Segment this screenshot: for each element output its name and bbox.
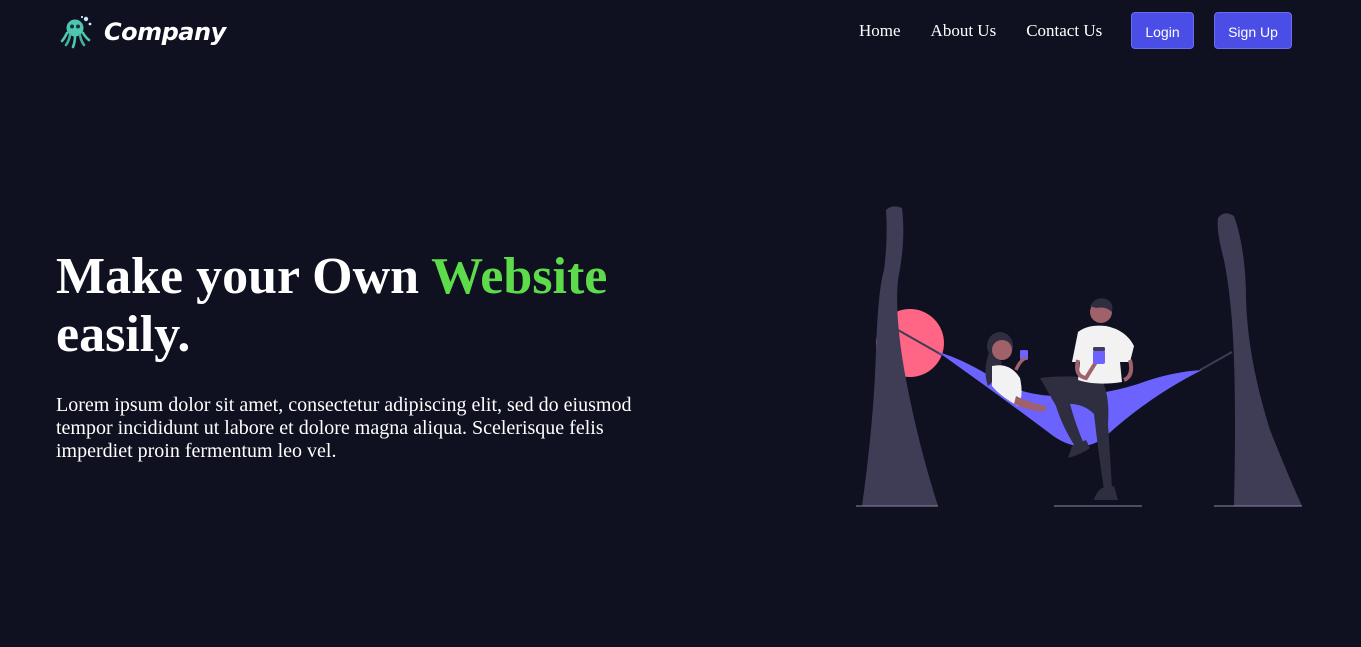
hero-title-accent: Website	[431, 248, 608, 305]
nav-link-home[interactable]: Home	[859, 20, 901, 42]
hammock-couple-illustration	[856, 206, 1302, 507]
right-tree	[1217, 213, 1302, 506]
brand-home-link[interactable]: Company	[58, 14, 226, 50]
login-button[interactable]: Login	[1131, 12, 1194, 49]
main-nav: Home About Us Contact Us	[859, 20, 1102, 42]
octopus-logo-icon	[60, 15, 92, 49]
navbar: Company Home About Us Contact Us Login S…	[0, 0, 1361, 64]
hero-title: Make your Own Website easily.	[56, 248, 696, 364]
hero-description: Lorem ipsum dolor sit amet, consectetur …	[56, 394, 632, 462]
hero-title-start: Make your Own	[56, 248, 432, 305]
nav-link-contact-us[interactable]: Contact Us	[1026, 20, 1102, 42]
brand-name: Company	[104, 18, 226, 46]
hero-title-end: easily.	[56, 306, 191, 363]
nav-link-about-us[interactable]: About Us	[931, 20, 997, 42]
signup-button[interactable]: Sign Up	[1214, 12, 1292, 49]
